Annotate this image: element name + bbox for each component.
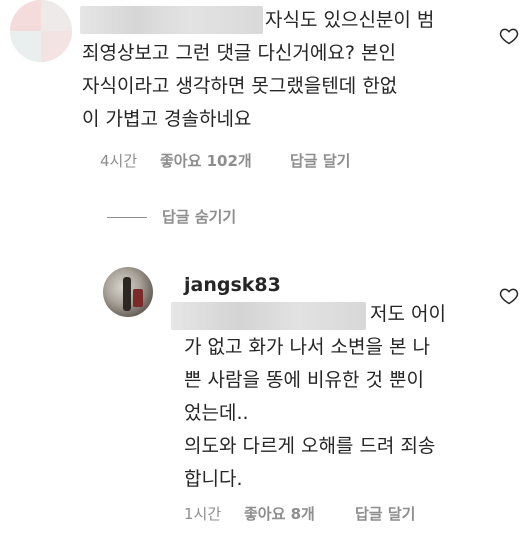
reply-text-line: 가 없고 화가 나서 소변을 본 나 bbox=[184, 336, 430, 358]
reply-author-username[interactable]: jangsk83 bbox=[184, 270, 281, 300]
commenter-avatar[interactable] bbox=[10, 0, 72, 62]
comment-text-line: 자식도 있으신분이 범 bbox=[265, 9, 435, 31]
hide-replies-divider bbox=[107, 217, 147, 218]
blurred-mention bbox=[80, 6, 263, 34]
heart-outline-icon[interactable] bbox=[499, 26, 519, 46]
reply-text-line: 합니다. bbox=[184, 468, 243, 490]
blurred-mention bbox=[171, 302, 366, 330]
reply-text-line: 의도와 다르게 오해를 드려 죄송 bbox=[184, 435, 436, 457]
comment-text-line: 죄영상보고 그런 댓글 다신거에요? 본인 bbox=[82, 42, 396, 64]
reply-button[interactable]: 답글 달기 bbox=[355, 504, 415, 524]
reply-timestamp: 1시간 bbox=[184, 505, 222, 523]
avatar-figure-accent bbox=[133, 289, 143, 307]
likes-count-link[interactable]: 좋아요 102개 bbox=[160, 151, 252, 171]
comment-text-line: 자식이라고 생각하면 못그랬을텐데 한없 bbox=[82, 75, 398, 97]
hide-replies-button[interactable]: 답글 숨기기 bbox=[162, 207, 236, 227]
reply-button[interactable]: 답글 달기 bbox=[290, 151, 350, 171]
reply-text-line: 저도 어이 bbox=[370, 303, 446, 325]
reply-text-line: 었는데.. bbox=[184, 402, 249, 424]
likes-count-link[interactable]: 좋아요 8개 bbox=[244, 504, 315, 524]
heart-outline-icon[interactable] bbox=[499, 286, 519, 306]
comment-text-line: 이 가볍고 경솔하네요 bbox=[82, 108, 252, 130]
comment-thread: 자식도 있으신분이 범 죄영상보고 그런 댓글 다신거에요? 본인 자식이라고 … bbox=[0, 0, 530, 538]
comment-timestamp: 4시간 bbox=[100, 152, 138, 170]
reply-author-avatar[interactable] bbox=[103, 267, 153, 317]
reply-text-line: 쁜 사람을 똥에 비유한 것 뿐이 bbox=[184, 369, 424, 391]
avatar-figure bbox=[123, 277, 131, 311]
